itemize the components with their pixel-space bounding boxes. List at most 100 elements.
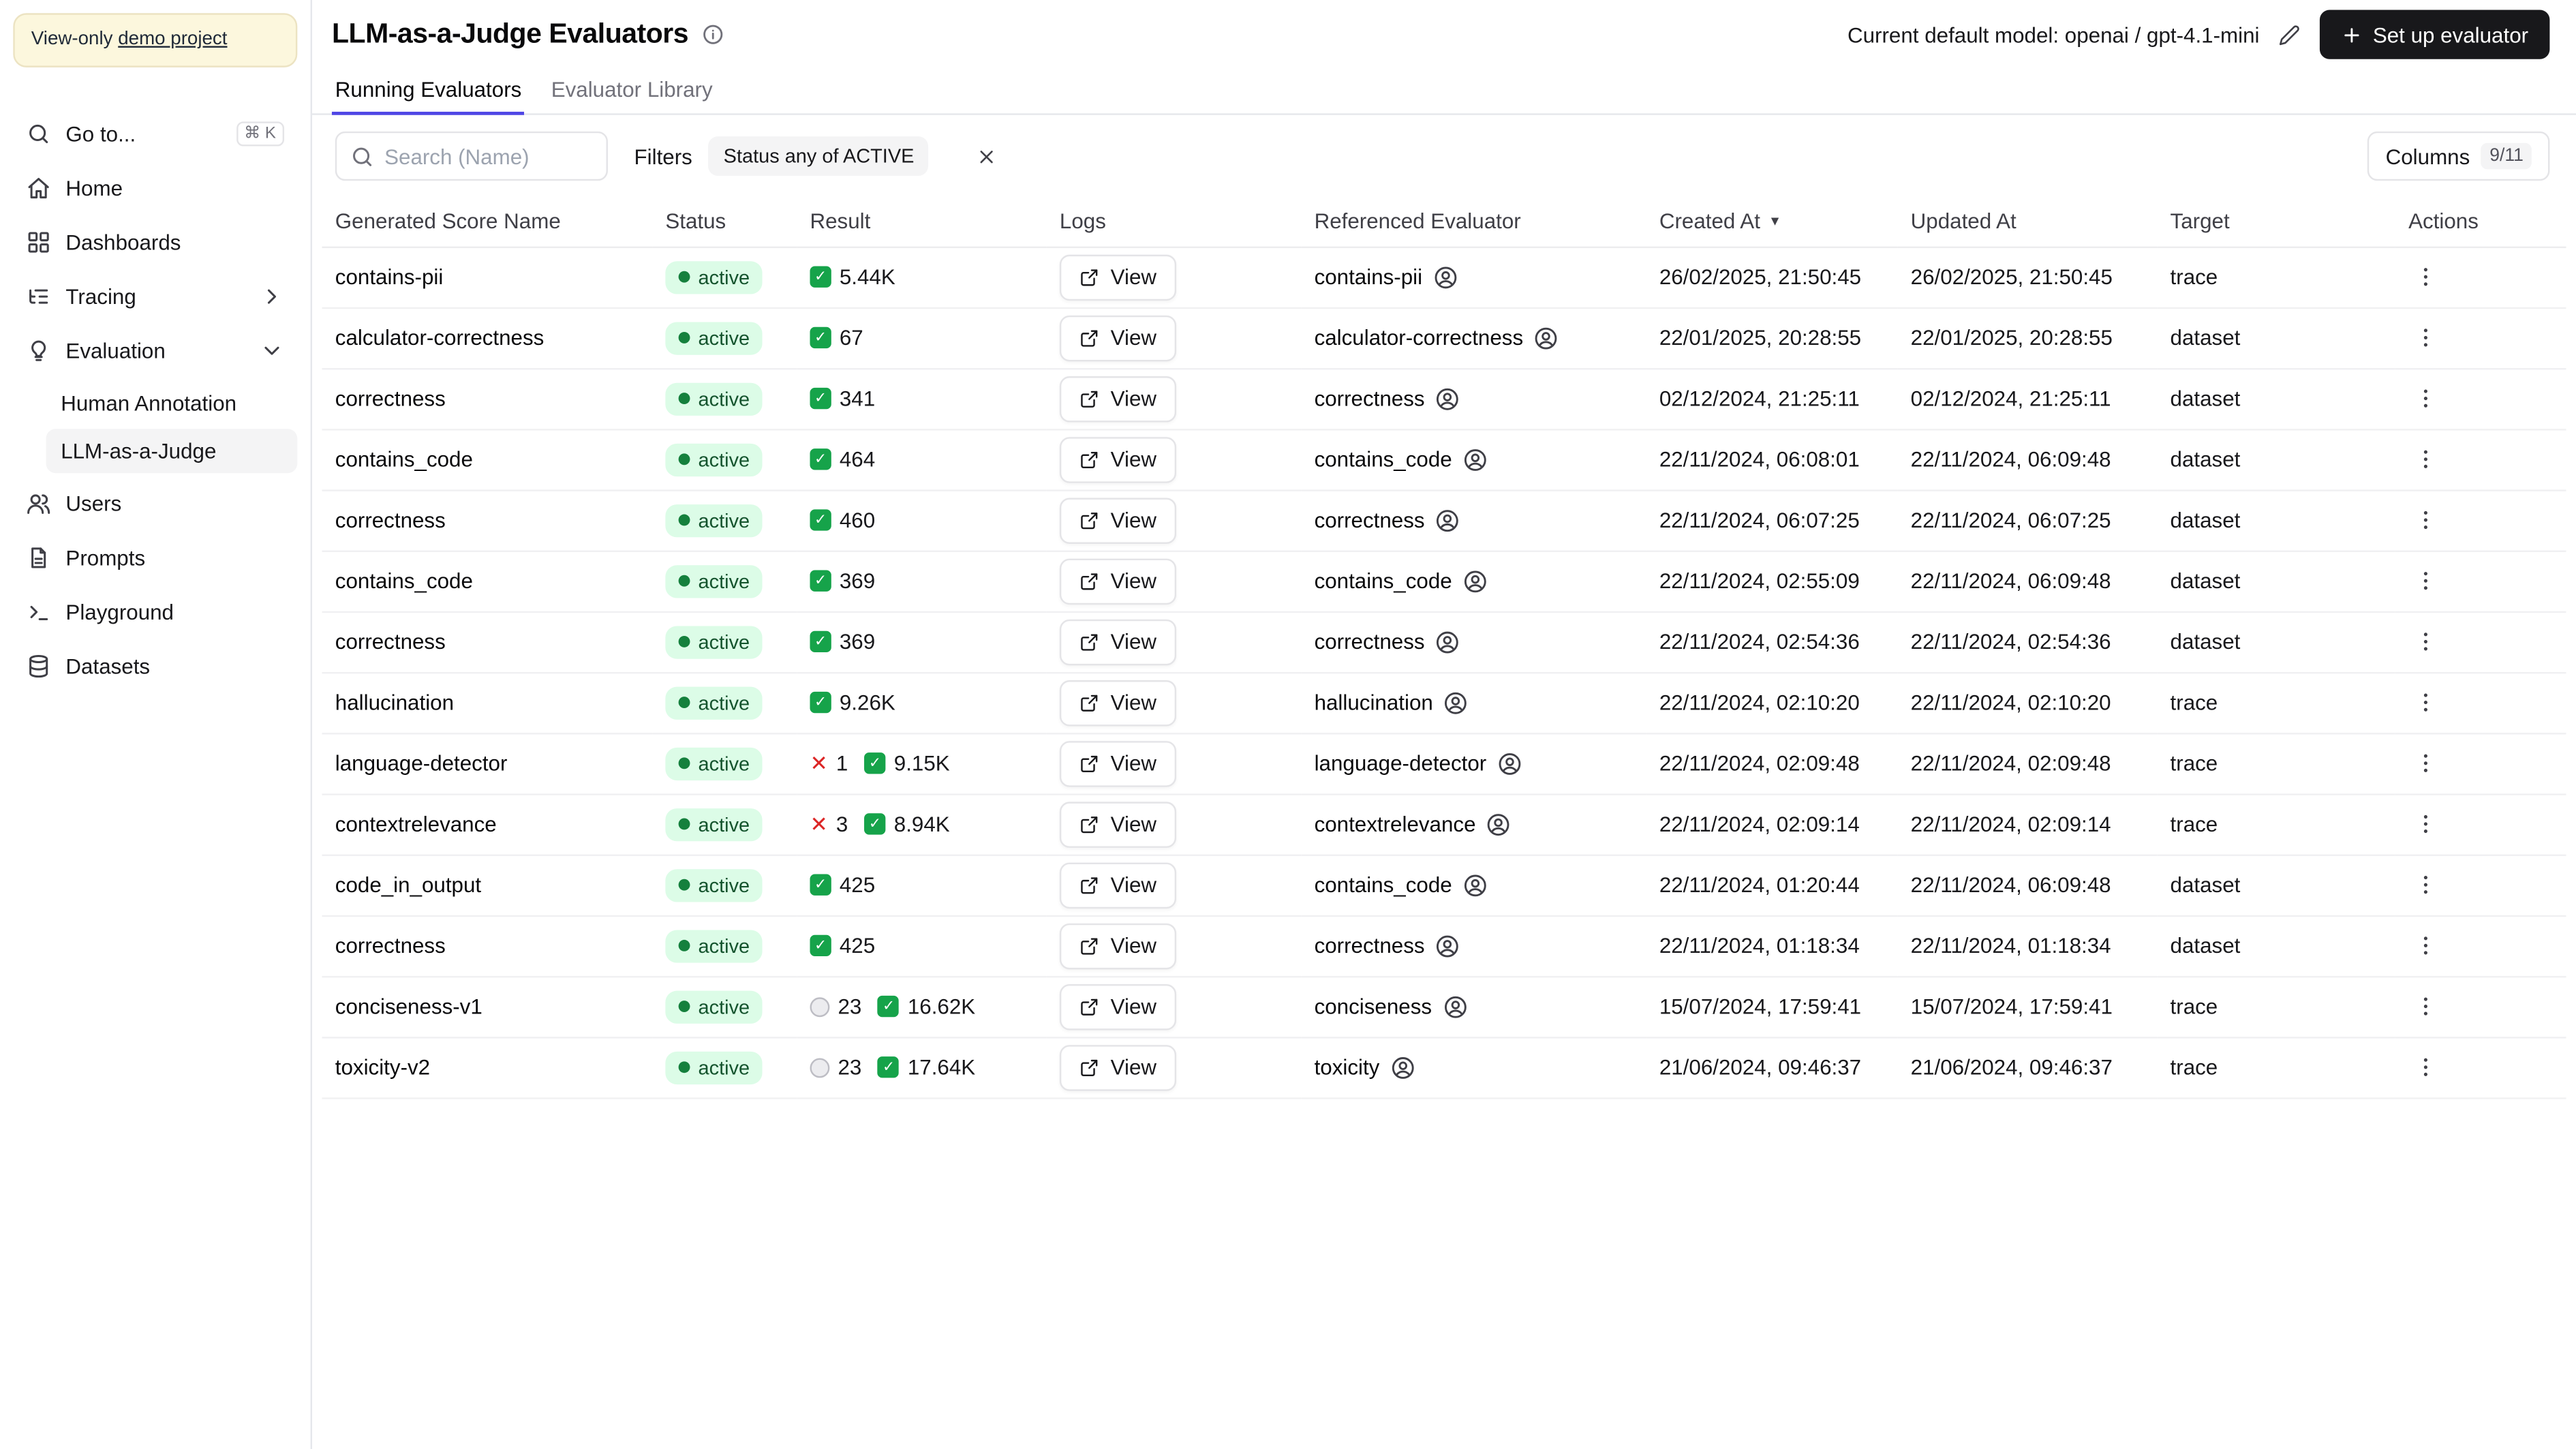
target: trace xyxy=(2157,246,2395,309)
table-row[interactable]: language-detector active ✕ 1 ✓ 9.15K Vie… xyxy=(322,733,2566,795)
sidebar-item-llm-as-a-judge[interactable]: LLM-as-a-Judge xyxy=(46,429,298,474)
table-row[interactable]: contains_code active ✓ 369 View contains… xyxy=(322,550,2566,612)
sidebar-item-human-annotation[interactable]: Human Annotation xyxy=(46,381,297,425)
score-name: conciseness-v1 xyxy=(322,975,653,1038)
filters-button[interactable]: Filters Status any of ACTIVE xyxy=(634,136,930,176)
table-row[interactable]: code_in_output active ✓ 425 View contain… xyxy=(322,854,2566,916)
table-row[interactable]: toxicity-v2 active 23 ✓ 17.64K View toxi… xyxy=(322,1037,2566,1099)
clear-filter-button[interactable] xyxy=(965,135,1008,178)
view-logs-button[interactable]: View xyxy=(1059,861,1176,908)
sidebar-item-users[interactable]: Users xyxy=(13,480,297,528)
col-updated-at[interactable]: Updated At xyxy=(1897,197,2158,247)
sidebar-item-evaluation[interactable]: Evaluation xyxy=(13,327,297,375)
result-error: ✕ 3 xyxy=(810,811,848,837)
col-target[interactable]: Target xyxy=(2157,197,2395,247)
row-actions-button[interactable] xyxy=(2408,564,2443,598)
external-link-icon xyxy=(1081,511,1098,529)
sidebar-item-tracing[interactable]: Tracing xyxy=(13,273,297,320)
row-actions-button[interactable] xyxy=(2408,989,2443,1024)
view-logs-button[interactable]: View xyxy=(1059,618,1176,665)
page-header: LLM-as-a-Judge Evaluators Current defaul… xyxy=(312,0,2576,65)
row-actions-button[interactable] xyxy=(2408,381,2443,416)
tab-evaluator-library[interactable]: Evaluator Library xyxy=(548,65,716,115)
table-row[interactable]: hallucination active ✓ 9.26K View halluc… xyxy=(322,671,2566,734)
table-row[interactable]: contextrelevance active ✕ 3 ✓ 8.94K View… xyxy=(322,793,2566,855)
col-logs[interactable]: Logs xyxy=(1046,197,1302,247)
main-content: LLM-as-a-Judge Evaluators Current defaul… xyxy=(312,0,2576,1449)
table-row[interactable]: correctness active ✓ 425 View correctnes… xyxy=(322,915,2566,977)
created-at: 22/11/2024, 06:07:25 xyxy=(1646,489,1898,551)
success-icon: ✓ xyxy=(810,387,831,410)
success-icon: ✓ xyxy=(810,570,831,592)
sidebar-item-home[interactable]: Home xyxy=(13,164,297,212)
score-name: correctness xyxy=(322,611,653,673)
search-input[interactable] xyxy=(335,131,608,181)
col-status[interactable]: Status xyxy=(652,197,797,247)
sidebar-item-datasets[interactable]: Datasets xyxy=(13,642,297,690)
col-generated-score-name[interactable]: Generated Score Name xyxy=(322,197,653,247)
sidebar-item-dashboards[interactable]: Dashboards xyxy=(13,218,297,266)
goto-search[interactable]: Go to... ⌘ K xyxy=(13,110,297,157)
referenced-evaluator: correctness xyxy=(1315,385,1634,412)
tab-bar: Running Evaluators Evaluator Library xyxy=(312,65,2576,115)
referenced-evaluator: toxicity xyxy=(1315,1054,1634,1080)
view-logs-button[interactable]: View xyxy=(1059,740,1176,787)
row-actions-button[interactable] xyxy=(2408,807,2443,842)
updated-at: 22/11/2024, 02:54:36 xyxy=(1897,611,2158,673)
col-result[interactable]: Result xyxy=(797,197,1047,247)
table-row[interactable]: contains-pii active ✓ 5.44K View contain… xyxy=(322,246,2566,309)
info-icon[interactable] xyxy=(701,21,728,48)
columns-button[interactable]: Columns 9/11 xyxy=(2367,131,2550,181)
demo-project-link[interactable]: demo project xyxy=(118,29,227,49)
view-logs-button[interactable]: View xyxy=(1059,922,1176,969)
edit-model-button[interactable] xyxy=(2276,20,2304,48)
table-row[interactable]: conciseness-v1 active 23 ✓ 16.62K View c… xyxy=(322,975,2566,1038)
view-logs-button[interactable]: View xyxy=(1059,436,1176,483)
database-icon xyxy=(29,654,48,677)
view-logs-button[interactable]: View xyxy=(1059,558,1176,604)
view-logs-button[interactable]: View xyxy=(1059,679,1176,726)
created-at: 22/11/2024, 02:55:09 xyxy=(1646,550,1898,612)
view-logs-button[interactable]: View xyxy=(1059,801,1176,847)
created-at: 22/11/2024, 02:09:48 xyxy=(1646,733,1898,795)
filter-chip[interactable]: Status any of ACTIVE xyxy=(708,136,930,176)
view-logs-button[interactable]: View xyxy=(1059,314,1176,361)
kebab-menu-icon xyxy=(2423,632,2427,651)
result-success: ✓ 425 xyxy=(810,933,875,958)
result-pending: 23 xyxy=(810,994,861,1019)
result-success: ✓ 341 xyxy=(810,386,875,411)
view-logs-button[interactable]: View xyxy=(1059,983,1176,1030)
table-row[interactable]: calculator-correctness active ✓ 67 View xyxy=(322,307,2566,369)
users-icon xyxy=(27,494,50,514)
status-dot-icon xyxy=(678,879,690,891)
table-row[interactable]: correctness active ✓ 341 View correctnes… xyxy=(322,367,2566,430)
row-actions-button[interactable] xyxy=(2408,868,2443,902)
sidebar-item-playground[interactable]: Playground xyxy=(13,588,297,636)
col-referenced-evaluator[interactable]: Referenced Evaluator xyxy=(1301,197,1646,247)
tab-running-evaluators[interactable]: Running Evaluators xyxy=(331,65,525,115)
created-at: 15/07/2024, 17:59:41 xyxy=(1646,975,1898,1038)
row-actions-button[interactable] xyxy=(2408,624,2443,659)
col-created-at[interactable]: Created At ▼ xyxy=(1646,197,1898,247)
row-actions-button[interactable] xyxy=(2408,685,2443,720)
score-name: hallucination xyxy=(322,671,653,734)
row-actions-button[interactable] xyxy=(2408,260,2443,294)
view-logs-button[interactable]: View xyxy=(1059,497,1176,543)
row-actions-button[interactable] xyxy=(2408,320,2443,355)
table-row[interactable]: contains_code active ✓ 464 View contains… xyxy=(322,429,2566,491)
row-actions-button[interactable] xyxy=(2408,442,2443,476)
created-at: 22/11/2024, 02:10:20 xyxy=(1646,671,1898,734)
view-logs-button[interactable]: View xyxy=(1059,1044,1176,1090)
row-actions-button[interactable] xyxy=(2408,503,2443,538)
set-up-evaluator-button[interactable]: Set up evaluator xyxy=(2320,10,2550,59)
row-actions-button[interactable] xyxy=(2408,1050,2443,1084)
row-actions-button[interactable] xyxy=(2408,928,2443,963)
table-row[interactable]: correctness active ✓ 369 View correctnes… xyxy=(322,611,2566,673)
status-dot-icon xyxy=(678,697,690,709)
view-logs-button[interactable]: View xyxy=(1059,254,1176,300)
status-dot-icon xyxy=(678,514,690,526)
row-actions-button[interactable] xyxy=(2408,746,2443,780)
sidebar-item-prompts[interactable]: Prompts xyxy=(13,534,297,581)
table-row[interactable]: correctness active ✓ 460 View correctnes… xyxy=(322,489,2566,551)
view-logs-button[interactable]: View xyxy=(1059,375,1176,422)
